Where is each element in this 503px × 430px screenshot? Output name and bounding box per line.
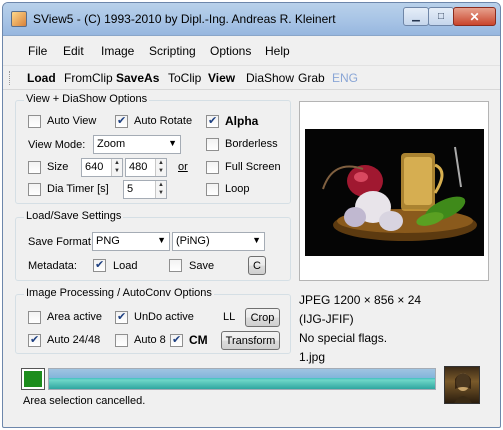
dia-timer-label: Dia Timer [s] xyxy=(47,183,109,195)
toolbar: Load FromClip SaveAs ToClip View DiaShow… xyxy=(3,65,500,90)
status-indicator xyxy=(21,368,45,390)
area-active-checkbox[interactable] xyxy=(28,311,41,324)
minimize-button[interactable]: ▁ xyxy=(403,7,429,26)
crop-button[interactable]: Crop xyxy=(245,308,280,327)
full-screen-label: Full Screen xyxy=(225,161,281,173)
maximize-icon: □ xyxy=(437,11,445,22)
image-format-info: JPEG 1200 × 856 × 24 xyxy=(299,293,422,307)
thumbnail-image[interactable] xyxy=(444,366,480,404)
borderless-label: Borderless xyxy=(225,138,278,150)
size-label: Size xyxy=(47,161,69,173)
chevron-down-icon: ▼ xyxy=(157,235,166,245)
metadata-load-label: Load xyxy=(113,260,138,272)
auto-rotate-checkbox[interactable] xyxy=(115,114,128,128)
loop-label: Loop xyxy=(225,183,250,195)
ll-label: LL xyxy=(223,311,236,323)
cm-checkbox[interactable] xyxy=(170,333,183,347)
transform-button[interactable]: Transform xyxy=(221,331,280,350)
metadata-label: Metadata: xyxy=(28,260,77,272)
processing-title: Image Processing / AutoConv Options xyxy=(24,287,214,299)
load-button[interactable]: Load xyxy=(27,71,56,85)
app-icon[interactable] xyxy=(11,11,27,27)
status-text: Area selection cancelled. xyxy=(23,395,146,407)
menu-help[interactable]: Help xyxy=(265,44,290,58)
chevron-down-icon: ▼ xyxy=(252,235,261,245)
alpha-label: Alpha xyxy=(225,114,259,128)
spinner-arrows-icon[interactable]: ▲ ▼ xyxy=(111,159,122,176)
spinner-arrows-icon[interactable]: ▲ ▼ xyxy=(155,181,166,198)
close-icon: ✕ xyxy=(469,9,480,24)
auto-view-checkbox[interactable] xyxy=(28,115,41,128)
area-active-label: Area active xyxy=(47,311,103,323)
still-life-image xyxy=(305,129,484,256)
view-mode-value: Zoom xyxy=(97,138,126,150)
or-link[interactable]: or xyxy=(178,161,188,173)
image-preview[interactable] xyxy=(299,101,489,281)
save-subformat-select[interactable]: (PiNG) ▼ xyxy=(172,232,265,251)
preview-image xyxy=(305,129,484,256)
full-screen-checkbox[interactable] xyxy=(206,161,219,174)
window-title: SView5 - (C) 1993-2010 by Dipl.-Ing. And… xyxy=(33,12,336,26)
auto-8-checkbox[interactable] xyxy=(115,334,128,347)
save-format-label: Save Format: xyxy=(28,236,95,248)
chevron-down-icon: ▼ xyxy=(168,138,177,148)
progress-bar xyxy=(48,368,436,390)
language-button[interactable]: ENG xyxy=(332,71,358,85)
spinner-arrows-icon[interactable]: ▲ ▼ xyxy=(155,159,166,176)
portrait-thumbnail xyxy=(454,373,472,403)
save-format-select[interactable]: PNG ▼ xyxy=(92,232,170,251)
auto-8-label: Auto 8 xyxy=(134,334,166,346)
save-format-value: PNG xyxy=(96,235,120,247)
size-checkbox[interactable] xyxy=(28,161,41,174)
alpha-checkbox[interactable] xyxy=(206,114,219,128)
auto-24-48-checkbox[interactable] xyxy=(28,333,41,347)
metadata-load-checkbox[interactable] xyxy=(93,258,106,272)
menu-edit[interactable]: Edit xyxy=(63,44,84,58)
maximize-button[interactable]: □ xyxy=(428,7,454,26)
metadata-save-label: Save xyxy=(189,260,215,272)
undo-active-label: UnDo active xyxy=(134,311,194,323)
save-as-button[interactable]: SaveAs xyxy=(116,71,159,85)
image-flags-info: No special flags. xyxy=(299,331,388,345)
menu-scripting[interactable]: Scripting xyxy=(149,44,196,58)
dia-timer-checkbox[interactable] xyxy=(28,183,41,196)
minimize-icon: ▁ xyxy=(412,11,420,22)
from-clip-button[interactable]: FromClip xyxy=(64,71,113,85)
menu-bar: File Edit Image Scripting Options Help xyxy=(3,37,500,64)
grab-button[interactable]: Grab xyxy=(298,71,325,85)
height-spinner[interactable]: 480 ▲ ▼ xyxy=(125,158,167,177)
auto-view-label: Auto View xyxy=(47,115,97,127)
view-mode-label: View Mode: xyxy=(28,139,86,151)
height-value: 480 xyxy=(129,161,148,173)
width-spinner[interactable]: 640 ▲ ▼ xyxy=(81,158,123,177)
undo-active-checkbox[interactable] xyxy=(115,310,128,324)
cm-label: CM xyxy=(189,333,208,347)
diashow-button[interactable]: DiaShow xyxy=(246,71,294,85)
to-clip-button[interactable]: ToClip xyxy=(168,71,201,85)
save-subformat-value: (PiNG) xyxy=(176,235,210,247)
metadata-c-button[interactable]: C xyxy=(248,256,266,275)
auto-24-48-label: Auto 24/48 xyxy=(47,334,101,346)
load-save-title: Load/Save Settings xyxy=(24,210,124,222)
loop-checkbox[interactable] xyxy=(206,183,219,196)
view-options-title: View + DiaShow Options xyxy=(24,93,150,105)
width-value: 640 xyxy=(85,161,104,173)
auto-rotate-label: Auto Rotate xyxy=(134,115,193,127)
toolbar-grip[interactable] xyxy=(9,71,12,85)
view-button[interactable]: View xyxy=(208,71,235,85)
view-mode-select[interactable]: Zoom ▼ xyxy=(93,135,181,154)
menu-file[interactable]: File xyxy=(28,44,47,58)
dia-timer-spinner[interactable]: 5 ▲ ▼ xyxy=(123,180,167,199)
progress-fill xyxy=(49,369,435,389)
borderless-checkbox[interactable] xyxy=(206,138,219,151)
status-area: Area selection cancelled. xyxy=(3,361,500,427)
app-window: SView5 - (C) 1993-2010 by Dipl.-Ing. And… xyxy=(2,2,501,428)
menu-options[interactable]: Options xyxy=(210,44,251,58)
metadata-save-checkbox[interactable] xyxy=(169,259,182,272)
title-bar[interactable]: SView5 - (C) 1993-2010 by Dipl.-Ing. And… xyxy=(3,3,500,36)
dia-timer-value: 5 xyxy=(127,183,134,195)
close-button[interactable]: ✕ xyxy=(453,7,496,26)
image-codec-info: (IJG-JFIF) xyxy=(299,312,354,326)
menu-image[interactable]: Image xyxy=(101,44,134,58)
